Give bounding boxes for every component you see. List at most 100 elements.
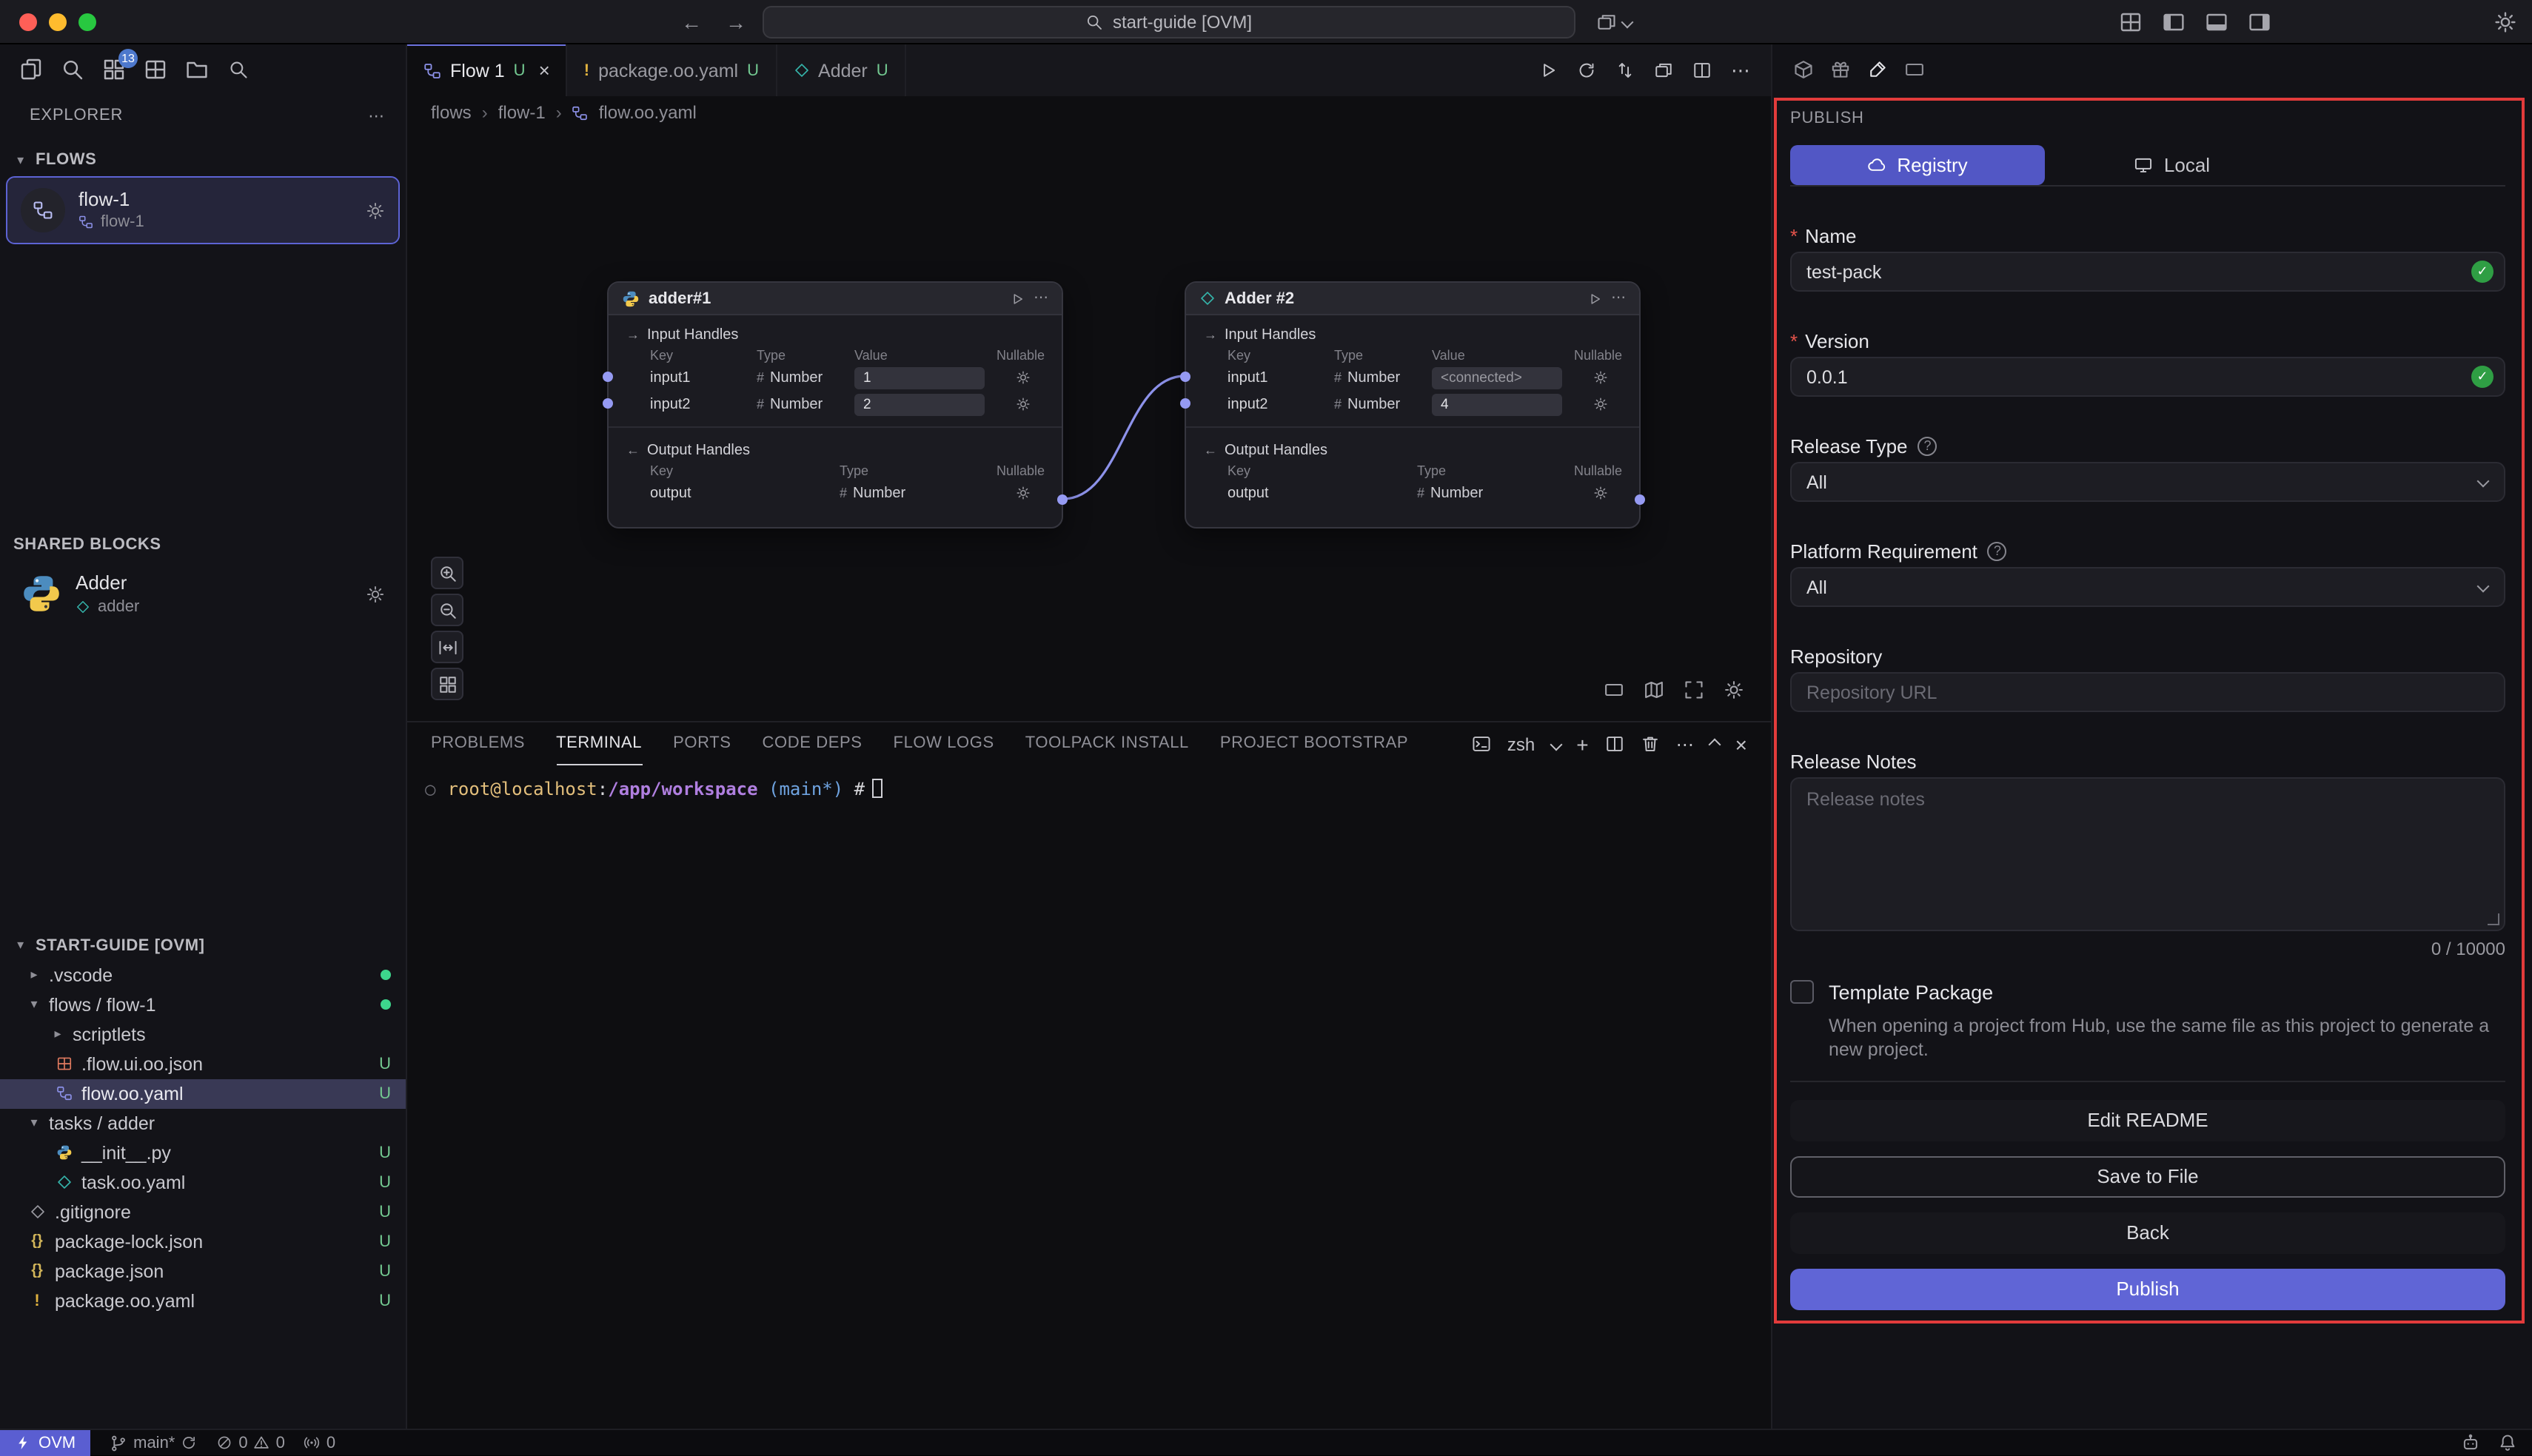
blocks-icon[interactable] bbox=[138, 53, 172, 87]
split-terminal-icon[interactable] bbox=[1605, 734, 1624, 754]
overview-button[interactable] bbox=[431, 668, 463, 700]
gear-icon[interactable] bbox=[1593, 486, 1608, 500]
tab-local[interactable]: Local bbox=[2045, 145, 2300, 185]
tab-package-oo-yaml[interactable]: ! package.oo.yaml U bbox=[568, 44, 777, 96]
flow-node-adder2[interactable]: Adder #2 ⋯ → Input Handles KeyType Value… bbox=[1185, 281, 1641, 529]
release-type-select[interactable]: All bbox=[1790, 462, 2505, 502]
zoom-in-button[interactable] bbox=[431, 557, 463, 589]
git-branch-item[interactable]: main* bbox=[110, 1434, 197, 1452]
tree-item[interactable]: .flow.ui.oo.json U bbox=[0, 1050, 406, 1079]
output-port[interactable] bbox=[1635, 494, 1645, 505]
gear-icon[interactable] bbox=[1593, 370, 1608, 385]
back-icon[interactable]: ← bbox=[681, 10, 702, 33]
gear-icon[interactable] bbox=[1016, 370, 1031, 385]
release-notes-textarea[interactable]: Release notes bbox=[1790, 777, 2505, 931]
run-node-icon[interactable] bbox=[1010, 291, 1025, 306]
publish-button[interactable]: Publish bbox=[1790, 1268, 2505, 1309]
template-package-checkbox[interactable] bbox=[1790, 980, 1814, 1004]
tab-problems[interactable]: PROBLEMS bbox=[431, 722, 525, 765]
brush-icon[interactable] bbox=[1867, 59, 1888, 80]
more-icon[interactable]: ⋯ bbox=[1676, 734, 1694, 754]
tree-item[interactable]: task.oo.yaml U bbox=[0, 1168, 406, 1198]
fit-view-icon[interactable] bbox=[1684, 680, 1704, 700]
chevron-up-icon[interactable] bbox=[1708, 738, 1721, 751]
window-layout-menu[interactable] bbox=[1596, 11, 1632, 32]
tab-project-bootstrap[interactable]: PROJECT BOOTSTRAP bbox=[1220, 722, 1408, 765]
gear-icon[interactable] bbox=[1016, 397, 1031, 412]
tree-item-selected[interactable]: flow.oo.yaml U bbox=[0, 1079, 406, 1109]
flow-card[interactable]: flow-1 flow-1 bbox=[7, 178, 398, 243]
tree-item[interactable]: .gitignore U bbox=[0, 1198, 406, 1227]
run-flow-icon[interactable] bbox=[1538, 61, 1558, 80]
toggle-panel-right-icon[interactable] bbox=[2248, 10, 2271, 33]
split-editor-icon[interactable] bbox=[1692, 61, 1712, 80]
more-icon[interactable]: ⋯ bbox=[368, 106, 385, 125]
value-input[interactable]: 4 bbox=[1432, 393, 1562, 415]
save-to-file-button[interactable]: Save to File bbox=[1790, 1155, 2505, 1197]
toggle-panel-bottom-icon[interactable] bbox=[2205, 10, 2228, 33]
apps-icon[interactable]: 13 bbox=[96, 53, 130, 87]
new-terminal-icon[interactable]: + bbox=[1576, 732, 1588, 756]
gear-icon[interactable] bbox=[1016, 486, 1031, 500]
find-icon[interactable] bbox=[221, 53, 255, 87]
value-input[interactable]: 2 bbox=[854, 393, 985, 415]
gear-icon[interactable] bbox=[1593, 397, 1608, 412]
input-port[interactable] bbox=[603, 398, 613, 409]
settings-gear-icon[interactable] bbox=[2494, 10, 2517, 33]
problems-item[interactable]: 0 0 bbox=[216, 1434, 285, 1452]
flow-canvas[interactable]: adder#1 ⋯ → Input Handles KeyType ValueN… bbox=[407, 129, 1771, 721]
tree-item[interactable]: ▸ .vscode bbox=[0, 961, 406, 990]
shared-block-card[interactable]: Adder adder bbox=[7, 563, 398, 626]
trash-icon[interactable] bbox=[1641, 734, 1660, 754]
maximize-window-button[interactable] bbox=[78, 13, 96, 30]
more-icon[interactable]: ⋯ bbox=[1731, 58, 1750, 82]
tree-item[interactable]: ▾ tasks / adder bbox=[0, 1109, 406, 1138]
repository-field[interactable]: Repository URL bbox=[1790, 672, 2505, 712]
breadcrumb[interactable]: flows › flow-1 › flow.oo.yaml bbox=[407, 96, 1771, 129]
tree-item[interactable]: __init__.py U bbox=[0, 1138, 406, 1168]
tree-item[interactable]: {} package-lock.json U bbox=[0, 1227, 406, 1257]
version-field[interactable]: 0.0.1 ✓ bbox=[1790, 357, 2505, 397]
tab-flow-1[interactable]: Flow 1 U × bbox=[407, 44, 568, 96]
more-icon[interactable]: ⋯ bbox=[1611, 290, 1626, 306]
package-icon[interactable] bbox=[1793, 59, 1814, 80]
back-button[interactable]: Back bbox=[1790, 1212, 2505, 1253]
canvas-settings-icon[interactable] bbox=[1724, 680, 1744, 700]
output-port[interactable] bbox=[1057, 494, 1068, 505]
minimap-icon[interactable] bbox=[1644, 680, 1664, 700]
rerun-icon[interactable] bbox=[1577, 61, 1596, 80]
run-node-icon[interactable] bbox=[1587, 291, 1602, 306]
gear-icon[interactable] bbox=[366, 201, 385, 220]
terminal-output[interactable]: ○root@localhost:/app/workspace (main*) # bbox=[407, 765, 1771, 1429]
value-input-connected[interactable]: <connected> bbox=[1432, 366, 1562, 389]
tab-flow-logs[interactable]: FLOW LOGS bbox=[894, 722, 994, 765]
gift-icon[interactable] bbox=[1830, 59, 1851, 80]
zoom-out-button[interactable] bbox=[431, 594, 463, 626]
flow-node-adder1[interactable]: adder#1 ⋯ → Input Handles KeyType ValueN… bbox=[607, 281, 1063, 529]
tab-adder[interactable]: Adder U bbox=[777, 44, 906, 96]
ovm-status-chip[interactable]: OVM bbox=[0, 1429, 90, 1456]
search-icon[interactable] bbox=[55, 53, 89, 87]
input-port[interactable] bbox=[1180, 398, 1190, 409]
screen-icon[interactable] bbox=[1604, 680, 1624, 700]
explorer-files-icon[interactable] bbox=[13, 53, 47, 87]
preview-icon[interactable] bbox=[1904, 59, 1925, 80]
tab-registry[interactable]: Registry bbox=[1790, 145, 2045, 185]
fit-width-button[interactable] bbox=[431, 631, 463, 663]
close-icon[interactable]: × bbox=[539, 59, 550, 81]
tab-toolpack-install[interactable]: TOOLPACK INSTALL bbox=[1025, 722, 1189, 765]
flows-section-header[interactable]: ▾ FLOWS bbox=[0, 145, 406, 175]
tab-ports[interactable]: PORTS bbox=[673, 722, 731, 765]
tab-code-deps[interactable]: CODE DEPS bbox=[763, 722, 863, 765]
value-input[interactable]: 1 bbox=[854, 366, 985, 389]
tree-item[interactable]: {} package.json U bbox=[0, 1257, 406, 1286]
tree-item[interactable]: ▸ scriptlets bbox=[0, 1020, 406, 1050]
minimize-window-button[interactable] bbox=[49, 13, 67, 30]
help-icon[interactable]: ? bbox=[1918, 436, 1937, 455]
help-icon[interactable]: ? bbox=[1988, 541, 2007, 560]
shell-name[interactable]: zsh bbox=[1507, 734, 1535, 754]
shared-blocks-header[interactable]: SHARED BLOCKS bbox=[0, 530, 406, 560]
chevron-down-icon[interactable] bbox=[1550, 738, 1562, 751]
resize-handle-icon[interactable] bbox=[2488, 913, 2499, 925]
close-panel-icon[interactable]: × bbox=[1735, 732, 1747, 756]
